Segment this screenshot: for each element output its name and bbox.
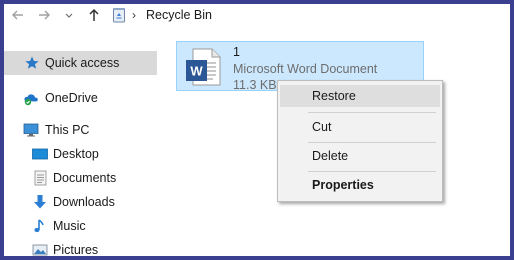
sidebar-item-quick-access[interactable]: Quick access: [4, 51, 157, 75]
arrow-left-icon: [12, 10, 23, 20]
word-document-icon: W: [186, 48, 221, 86]
sidebar-item-onedrive[interactable]: OneDrive: [4, 86, 157, 110]
word-icon-letter: W: [190, 64, 203, 79]
navigation-pane: Quick access OneDrive This PC Desktop Do…: [4, 34, 160, 256]
pictures-icon: [32, 244, 48, 256]
menu-separator: [308, 171, 436, 172]
recycle-bin-icon: [113, 8, 125, 23]
arrow-right-icon: [39, 10, 50, 20]
monitor-icon: [23, 123, 39, 137]
sidebar-item-pictures[interactable]: Pictures: [4, 238, 157, 256]
menu-label: Delete: [312, 149, 349, 163]
up-button[interactable]: [86, 7, 102, 23]
sidebar-label: OneDrive: [45, 91, 98, 105]
menu-label: Restore: [312, 89, 356, 103]
navigation-bar: › Recycle Bin: [4, 4, 510, 28]
file-size: 11.3 KB: [233, 78, 277, 92]
sidebar-label: Documents: [53, 171, 117, 185]
menu-item-restore[interactable]: Restore: [280, 85, 440, 107]
file-type: Microsoft Word Document: [233, 62, 378, 76]
file-explorer-window: › Recycle Bin Quick access OneDrive This…: [4, 4, 510, 256]
arrow-up-icon: [89, 8, 99, 21]
music-note-icon: [34, 219, 44, 233]
sidebar-label: Quick access: [45, 56, 120, 70]
context-menu: Restore Cut Delete Properties: [277, 80, 443, 202]
sidebar-label: Downloads: [53, 195, 115, 209]
forward-button[interactable]: [36, 7, 52, 23]
sidebar-item-desktop[interactable]: Desktop: [4, 142, 157, 166]
sidebar-label: Pictures: [53, 243, 99, 256]
chevron-down-icon: [65, 13, 73, 18]
download-arrow-icon: [34, 195, 46, 209]
menu-separator: [308, 142, 436, 143]
back-button[interactable]: [10, 7, 26, 23]
address-breadcrumb[interactable]: Recycle Bin: [146, 7, 212, 23]
menu-item-properties[interactable]: Properties: [280, 174, 440, 196]
file-name: 1: [233, 45, 240, 59]
menu-label: Properties: [312, 178, 374, 192]
menu-item-cut[interactable]: Cut: [280, 116, 440, 138]
desktop-folder-icon: [32, 148, 48, 160]
sidebar-label: This PC: [45, 123, 90, 137]
documents-icon: [34, 170, 47, 186]
star-icon: [25, 56, 39, 69]
menu-item-delete[interactable]: Delete: [280, 145, 440, 167]
sidebar-label: Desktop: [53, 147, 99, 161]
sidebar-item-this-pc[interactable]: This PC: [4, 118, 157, 142]
menu-separator: [308, 112, 436, 113]
sidebar-item-music[interactable]: Music: [4, 214, 157, 238]
menu-label: Cut: [312, 120, 332, 134]
address-separator[interactable]: ›: [132, 6, 136, 24]
onedrive-icon: [24, 94, 38, 106]
sidebar-item-documents[interactable]: Documents: [4, 166, 157, 190]
recent-locations-button[interactable]: [64, 7, 74, 23]
sidebar-label: Music: [53, 219, 86, 233]
sidebar-item-downloads[interactable]: Downloads: [4, 190, 157, 214]
